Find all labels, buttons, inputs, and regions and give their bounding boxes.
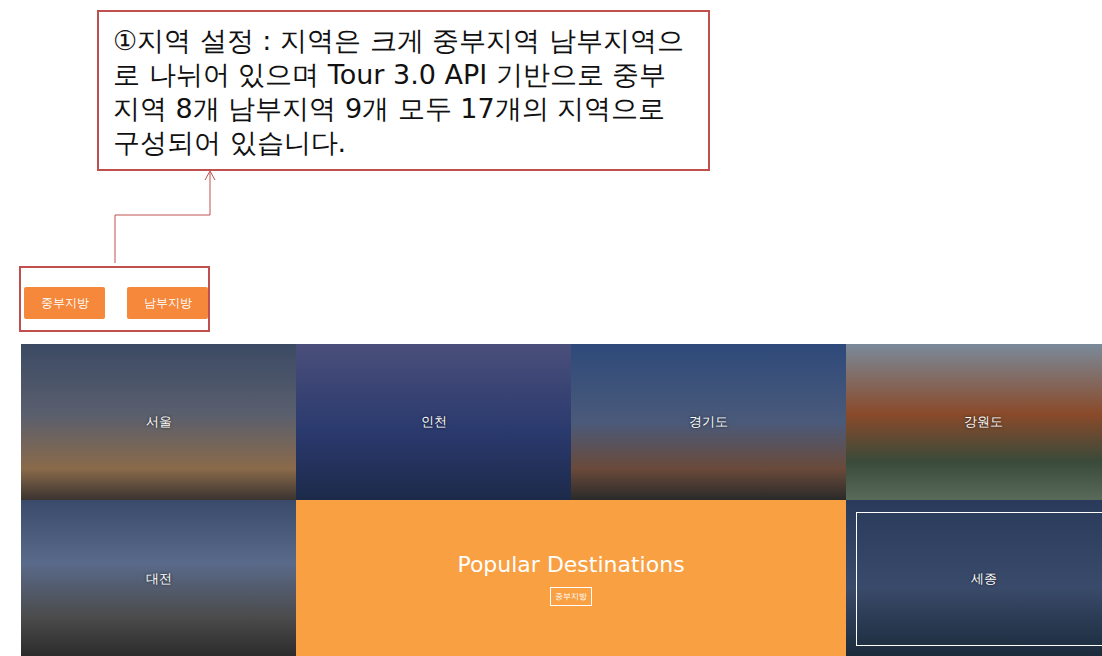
annotation-arrow-icon (0, 0, 1102, 656)
region-grid: 서울 인천 경기도 강원도대전 Popular Destinations 중부지방 세종 (21, 344, 1102, 656)
region-button[interactable]: 남부지방 (127, 287, 208, 319)
region-label: 대전 (146, 570, 172, 588)
region-button[interactable]: 중부지방 (24, 287, 105, 319)
popular-button[interactable]: 중부지방 (550, 587, 592, 606)
region-tile[interactable]: 서울 (21, 344, 296, 500)
region-label: 인천 (421, 413, 447, 431)
region-label: 경기도 (689, 413, 728, 431)
region-tile[interactable]: 경기도 (571, 344, 846, 500)
region-tile[interactable]: 세종 (846, 500, 1102, 656)
region-tile[interactable]: 인천 (296, 344, 571, 500)
popular-card: Popular Destinations 중부지방 (296, 500, 846, 656)
region-label: 강원도 (964, 413, 1003, 431)
page: ①지역 설정 : 지역은 크게 중부지역 남부지역으로 나뉘어 있으며 Tour… (0, 0, 1102, 656)
region-tile[interactable]: 대전 (21, 500, 296, 656)
region-button-group: 중부지방 남부지방 (19, 266, 210, 333)
region-label: 서울 (146, 413, 172, 431)
region-tile[interactable]: 강원도 (846, 344, 1102, 500)
popular-title: Popular Destinations (457, 552, 684, 577)
region-label: 세종 (971, 570, 997, 588)
annotation-callout: ①지역 설정 : 지역은 크게 중부지역 남부지역으로 나뉘어 있으며 Tour… (97, 10, 710, 171)
